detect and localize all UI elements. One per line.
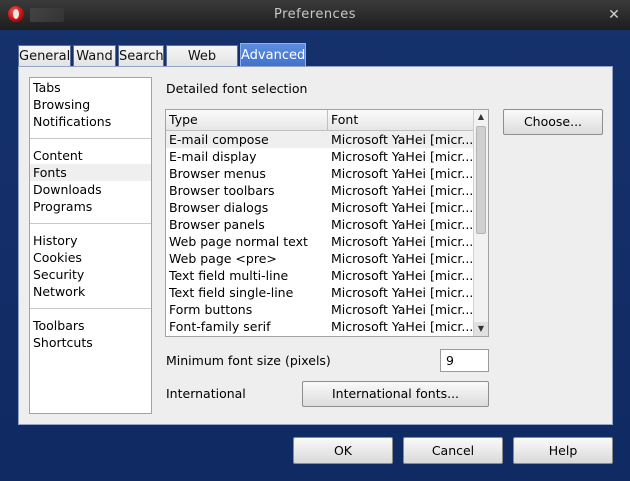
table-row[interactable]: Text field single-line Microsoft YaHei [m… xyxy=(166,284,474,301)
ok-button[interactable]: OK xyxy=(293,437,393,464)
column-header-type[interactable]: Type xyxy=(166,110,328,130)
font-type-list: Type Font E-mail compose Microsoft YaHei … xyxy=(165,109,489,337)
tab-search[interactable]: Search xyxy=(118,45,164,67)
min-font-size-label: Minimum font size (pixels) xyxy=(166,353,331,368)
row-font: Microsoft YaHei [micr... xyxy=(331,166,474,181)
section-title: Detailed font selection xyxy=(166,81,308,96)
sidebar-item-tabs[interactable]: Tabs xyxy=(30,79,151,96)
row-font: Microsoft YaHei [micr... xyxy=(331,268,474,283)
row-font: Microsoft YaHei [micr... xyxy=(331,200,474,215)
tab-general[interactable]: General xyxy=(18,45,71,67)
row-font: Microsoft YaHei [micr... xyxy=(331,302,474,317)
sidebar-item-downloads[interactable]: Downloads xyxy=(30,181,151,198)
row-font: Microsoft YaHei [micr... xyxy=(331,132,474,147)
table-row[interactable]: E-mail display Microsoft YaHei [micr... xyxy=(166,148,474,165)
row-font: Microsoft YaHei [micr... xyxy=(331,149,474,164)
table-row[interactable]: Browser dialogs Microsoft YaHei [micr... xyxy=(166,199,474,216)
international-label: International xyxy=(166,386,246,401)
advanced-panel: Tabs Browsing Notifications Content Font… xyxy=(18,66,613,425)
divider xyxy=(30,308,151,309)
row-type: Browser panels xyxy=(169,217,265,232)
min-font-size-field[interactable] xyxy=(440,349,489,372)
sidebar-item-security[interactable]: Security xyxy=(30,266,151,283)
tab-web-pages[interactable]: Web pages xyxy=(166,45,238,86)
row-font: Microsoft YaHei [micr... xyxy=(331,234,474,249)
category-list: Tabs Browsing Notifications Content Font… xyxy=(29,77,152,414)
row-font: Microsoft YaHei [micr... xyxy=(331,183,474,198)
row-type: Web page <pre> xyxy=(169,251,277,266)
list-header: Type Font xyxy=(166,110,474,131)
sidebar-item-notifications[interactable]: Notifications xyxy=(30,113,151,130)
row-type: Text field single-line xyxy=(169,285,294,300)
sidebar-item-programs[interactable]: Programs xyxy=(30,198,151,215)
row-type: E-mail display xyxy=(169,149,257,164)
row-type: Web page normal text xyxy=(169,234,308,249)
close-icon[interactable]: ✕ xyxy=(606,7,622,23)
row-type: E-mail compose xyxy=(169,132,269,147)
row-font: Microsoft YaHei [micr... xyxy=(331,217,474,232)
divider xyxy=(30,138,151,139)
table-row[interactable]: Web page <pre> Microsoft YaHei [micr... xyxy=(166,250,474,267)
row-font: Microsoft YaHei [micr... xyxy=(331,285,474,300)
sidebar-item-fonts[interactable]: Fonts xyxy=(30,164,151,181)
scroll-up-icon[interactable]: ▲ xyxy=(474,110,488,124)
sidebar-item-browsing[interactable]: Browsing xyxy=(30,96,151,113)
international-fonts-button[interactable]: International fonts... xyxy=(302,381,489,407)
tab-wand[interactable]: Wand xyxy=(73,45,116,67)
table-row[interactable]: Browser toolbars Microsoft YaHei [micr... xyxy=(166,182,474,199)
title-bar[interactable]: Preferences ✕ xyxy=(0,0,630,30)
row-type: Font-family serif xyxy=(169,319,271,334)
row-type: Browser menus xyxy=(169,166,266,181)
scroll-down-icon[interactable]: ▼ xyxy=(474,322,488,336)
sidebar-item-network[interactable]: Network xyxy=(30,283,151,300)
row-type: Browser dialogs xyxy=(169,200,269,215)
table-row[interactable]: Form buttons Microsoft YaHei [micr... xyxy=(166,301,474,318)
divider xyxy=(30,223,151,224)
sidebar-item-history[interactable]: History xyxy=(30,232,151,249)
row-type: Text field multi-line xyxy=(169,268,289,283)
row-font: Microsoft YaHei [micr... xyxy=(331,319,474,334)
table-row[interactable]: E-mail compose Microsoft YaHei [micr... xyxy=(166,131,474,148)
sidebar-item-cookies[interactable]: Cookies xyxy=(30,249,151,266)
row-font: Microsoft YaHei [micr... xyxy=(331,251,474,266)
table-row[interactable]: Text field multi-line Microsoft YaHei [mi… xyxy=(166,267,474,284)
sidebar-item-content[interactable]: Content xyxy=(30,147,151,164)
row-type: Browser toolbars xyxy=(169,183,275,198)
sidebar-item-shortcuts[interactable]: Shortcuts xyxy=(30,334,151,351)
cancel-button[interactable]: Cancel xyxy=(403,437,503,464)
choose-button[interactable]: Choose... xyxy=(503,109,603,135)
table-row[interactable]: Browser menus Microsoft YaHei [micr... xyxy=(166,165,474,182)
row-type: Form buttons xyxy=(169,302,253,317)
help-button[interactable]: Help xyxy=(513,437,613,464)
table-row[interactable]: Web page normal text Microsoft YaHei [mic… xyxy=(166,233,474,250)
list-scrollbar[interactable]: ▲ ▼ xyxy=(473,110,488,336)
tab-advanced[interactable]: Advanced xyxy=(240,43,306,68)
sidebar-item-toolbars[interactable]: Toolbars xyxy=(30,317,151,334)
window-title: Preferences xyxy=(274,7,356,22)
preferences-window: Preferences ✕ General Wand Search Web pa… xyxy=(0,0,630,481)
table-row[interactable]: Font-family serif Microsoft YaHei [micr..… xyxy=(166,318,474,335)
table-row[interactable]: Browser panels Microsoft YaHei [micr... xyxy=(166,216,474,233)
column-header-font[interactable]: Font xyxy=(328,110,474,130)
scrollbar-thumb[interactable] xyxy=(476,126,486,234)
